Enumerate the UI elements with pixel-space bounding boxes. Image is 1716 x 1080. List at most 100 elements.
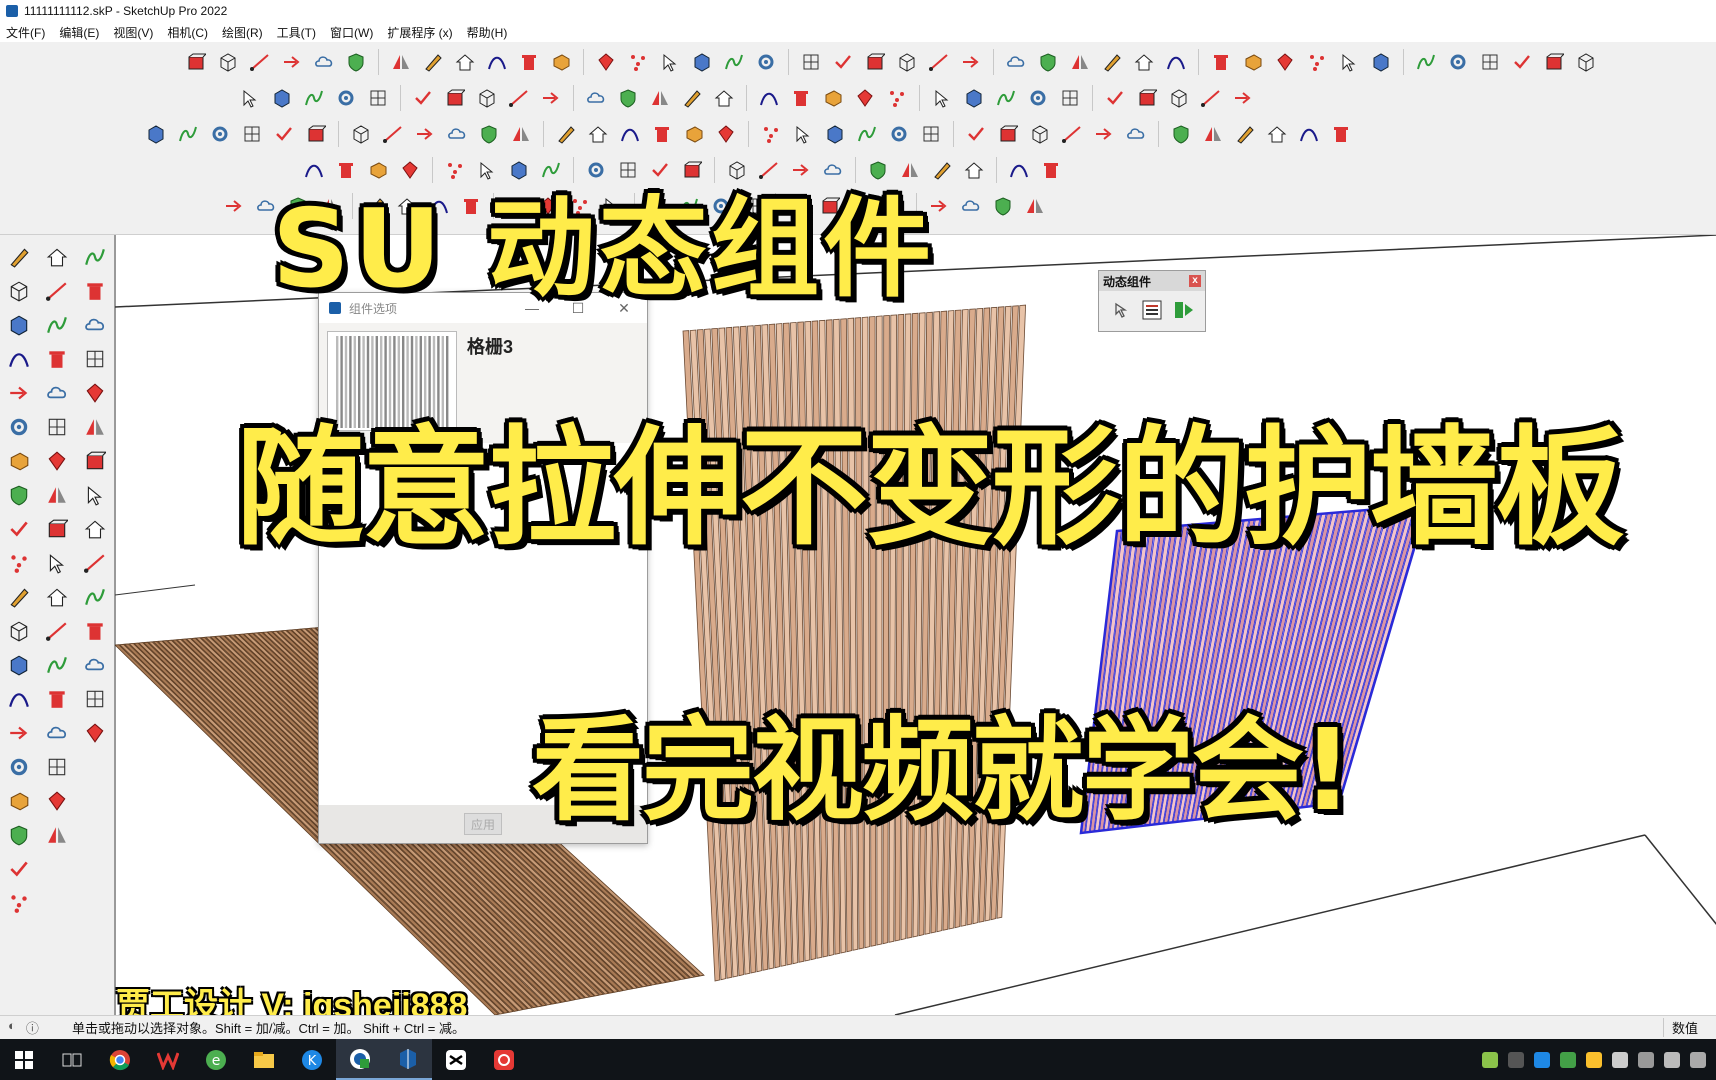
task-view-icon[interactable] (48, 1039, 96, 1080)
house-icon[interactable] (1263, 120, 1291, 148)
menu-camera[interactable]: 相机(C) (167, 24, 208, 41)
cloud-icon[interactable] (1122, 120, 1150, 148)
blue-cube-icon[interactable] (4, 311, 34, 339)
mirror-icon[interactable] (1021, 192, 1049, 220)
dots-icon[interactable] (624, 48, 652, 76)
green-shield-icon[interactable] (989, 192, 1017, 220)
cloud-icon[interactable] (80, 311, 110, 339)
blue-cube-icon[interactable] (688, 48, 716, 76)
green-curve-icon[interactable] (80, 243, 110, 271)
dots-icon[interactable] (883, 84, 911, 112)
curve-icon[interactable] (483, 48, 511, 76)
mirror-icon[interactable] (42, 481, 72, 509)
red-box-icon[interactable] (302, 120, 330, 148)
green-curve-icon[interactable] (174, 120, 202, 148)
file-explorer-icon[interactable] (240, 1039, 288, 1080)
gear-icon[interactable] (4, 753, 34, 781)
wps-icon[interactable] (144, 1039, 192, 1080)
gear-icon[interactable] (332, 84, 360, 112)
red-line-icon[interactable] (505, 84, 533, 112)
check-icon[interactable] (4, 855, 34, 883)
blue-cube-icon[interactable] (1367, 48, 1395, 76)
red-line-icon[interactable] (246, 48, 274, 76)
red-arrow-icon[interactable] (411, 120, 439, 148)
capcut-icon[interactable] (432, 1039, 480, 1080)
sketchup-taskbar-icon-1[interactable] (336, 1039, 384, 1080)
red-line-icon[interactable] (1197, 84, 1225, 112)
cloud-icon[interactable] (443, 120, 471, 148)
trash-icon[interactable] (42, 345, 72, 373)
red-arrow-icon[interactable] (1229, 84, 1257, 112)
red-gem-icon[interactable] (1271, 48, 1299, 76)
chevron-up-icon[interactable] (1508, 1051, 1524, 1068)
volume-icon[interactable] (1664, 1051, 1680, 1068)
grid-icon[interactable] (917, 120, 945, 148)
arrow-icon[interactable] (236, 84, 264, 112)
red-box-icon[interactable] (42, 515, 72, 543)
check-icon[interactable] (962, 120, 990, 148)
check-icon[interactable] (4, 515, 34, 543)
grid-icon[interactable] (80, 685, 110, 713)
red-box-icon[interactable] (441, 84, 469, 112)
trash-icon[interactable] (787, 84, 815, 112)
house-icon[interactable] (584, 120, 612, 148)
red-box-icon[interactable] (1133, 84, 1161, 112)
curve-icon[interactable] (4, 345, 34, 373)
pencil-icon[interactable] (4, 243, 34, 271)
cloud-icon[interactable] (582, 84, 610, 112)
trash-icon[interactable] (1327, 120, 1355, 148)
arrow-icon[interactable] (42, 549, 72, 577)
gear-icon[interactable] (1024, 84, 1052, 112)
red-arrow-icon[interactable] (220, 192, 248, 220)
house-icon[interactable] (42, 583, 72, 611)
menu-file[interactable]: 文件(F) (6, 24, 45, 41)
grid-icon[interactable] (238, 120, 266, 148)
green-shield-icon[interactable] (4, 821, 34, 849)
red-gem-icon[interactable] (712, 120, 740, 148)
red-gem-icon[interactable] (80, 719, 110, 747)
green-shield-icon[interactable] (4, 481, 34, 509)
component-attributes-icon[interactable] (1171, 297, 1197, 323)
tray-app-icon-2[interactable] (1586, 1051, 1602, 1068)
red-line-icon[interactable] (42, 617, 72, 645)
grid-icon[interactable] (797, 48, 825, 76)
curve-icon[interactable] (4, 685, 34, 713)
house-icon[interactable] (80, 515, 110, 543)
geo-location-icon[interactable]: ◐ (8, 1018, 16, 1037)
red-line-icon[interactable] (80, 549, 110, 577)
pencil-icon[interactable] (1231, 120, 1259, 148)
green-curve-icon[interactable] (992, 84, 1020, 112)
info-icon[interactable]: ⓘ (26, 1018, 39, 1037)
trash-icon[interactable] (515, 48, 543, 76)
chrome-icon[interactable] (96, 1039, 144, 1080)
red-gem-icon[interactable] (592, 48, 620, 76)
cube-icon[interactable] (1165, 84, 1193, 112)
red-gem-icon[interactable] (42, 787, 72, 815)
menu-help[interactable]: 帮助(H) (467, 24, 508, 41)
recorder-icon[interactable] (480, 1039, 528, 1080)
green-curve-icon[interactable] (300, 84, 328, 112)
orange-block-icon[interactable] (547, 48, 575, 76)
gear-icon[interactable] (4, 413, 34, 441)
arrow-icon[interactable] (656, 48, 684, 76)
arrow-icon[interactable] (1335, 48, 1363, 76)
dots-icon[interactable] (1303, 48, 1331, 76)
tray-app-icon[interactable] (1534, 1051, 1550, 1068)
cube-icon[interactable] (1026, 120, 1054, 148)
menu-draw[interactable]: 绘图(R) (222, 24, 263, 41)
arrow-icon[interactable] (80, 481, 110, 509)
red-line-icon[interactable] (925, 48, 953, 76)
red-arrow-icon[interactable] (957, 48, 985, 76)
red-arrow-icon[interactable] (4, 719, 34, 747)
green-curve-icon[interactable] (42, 651, 72, 679)
green-shield-icon[interactable] (475, 120, 503, 148)
microphone-icon[interactable] (1690, 1051, 1706, 1068)
menu-tools[interactable]: 工具(T) (277, 24, 316, 41)
pencil-icon[interactable] (678, 84, 706, 112)
red-box-icon[interactable] (182, 48, 210, 76)
mirror-icon[interactable] (1066, 48, 1094, 76)
network-icon[interactable] (1638, 1051, 1654, 1068)
sketchup-taskbar-icon-2[interactable] (384, 1039, 432, 1080)
windows-start-icon[interactable] (0, 1039, 48, 1080)
orange-block-icon[interactable] (4, 787, 34, 815)
